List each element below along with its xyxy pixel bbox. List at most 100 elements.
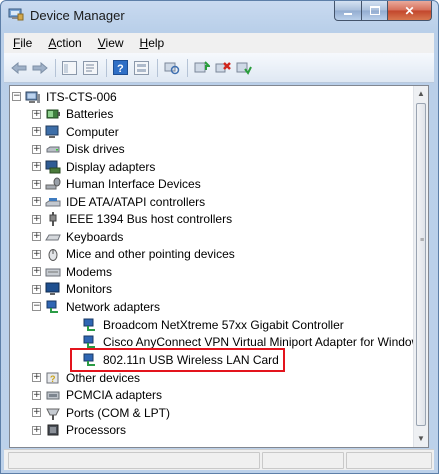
device-manager-app-icon (8, 7, 24, 21)
expand-icon[interactable]: + (32, 390, 41, 400)
device-label: Cisco AnyConnect VPN Virtual Miniport Ad… (103, 335, 427, 349)
view-icon[interactable] (133, 59, 150, 76)
monitor-icon (45, 281, 61, 297)
tree-item-label: Ports (COM & LPT) (66, 405, 171, 420)
tree-item-computer[interactable]: + Computer (32, 123, 119, 140)
scan-hardware-icon[interactable] (163, 59, 180, 76)
device-tree[interactable]: − ITS-CTS-006 + Batteries + Computer + Disk… (9, 85, 429, 448)
toolbar: ? (4, 53, 434, 83)
toolbar-separator (106, 58, 107, 77)
computer-icon (25, 89, 41, 105)
minimize-button[interactable] (334, 1, 362, 21)
expand-icon[interactable]: + (32, 284, 41, 294)
human-interface-device-icon (45, 176, 61, 192)
expand-icon[interactable]: + (32, 232, 41, 241)
scrollbar-thumb[interactable]: ≡ (416, 103, 426, 426)
properties-icon[interactable] (82, 59, 99, 76)
tree-item-mice[interactable]: + Mice and other pointing devices (32, 246, 235, 263)
expand-icon[interactable]: + (32, 214, 41, 224)
tree-item-hid[interactable]: + Human Interface Devices (32, 176, 201, 193)
menu-file[interactable]: File (4, 36, 39, 50)
expand-icon[interactable]: + (32, 179, 41, 189)
tree-item-label: Network adapters (66, 299, 161, 314)
tree-item-processors[interactable]: + Processors (32, 422, 126, 439)
collapse-icon[interactable]: − (32, 302, 41, 311)
device-label: Broadcom NetXtreme 57xx Gigabit Controll… (103, 317, 344, 332)
menu-help[interactable]: Help (131, 36, 172, 50)
expand-icon[interactable]: + (32, 197, 41, 206)
expand-icon[interactable]: + (32, 162, 41, 171)
status-pane (8, 452, 260, 469)
grip-icon: ≡ (420, 237, 425, 244)
title-bar[interactable]: Device Manager ✕ (1, 1, 438, 29)
network-adapter-icon (82, 317, 98, 333)
menu-action[interactable]: Action (39, 36, 88, 50)
tree-item-label: IDE ATA/ATAPI controllers (66, 194, 206, 209)
tree-item-display-adapters[interactable]: + Display adapters (32, 158, 155, 175)
close-button[interactable]: ✕ (388, 1, 432, 21)
battery-icon (45, 106, 61, 122)
tree-item-disk-drives[interactable]: + Disk drives (32, 141, 125, 158)
tree-item-label: Human Interface Devices (66, 177, 201, 191)
network-adapter-broadcom[interactable]: Broadcom NetXtreme 57xx Gigabit Controll… (82, 316, 344, 333)
maximize-button[interactable] (362, 1, 388, 21)
expand-icon[interactable]: + (32, 127, 41, 136)
collapse-icon[interactable]: − (12, 92, 21, 101)
port-icon (45, 405, 61, 421)
expand-icon[interactable]: + (32, 373, 41, 382)
expand-icon[interactable]: + (32, 267, 41, 276)
tree-item-modems[interactable]: + Modems (32, 263, 112, 280)
tree-item-ide[interactable]: + IDE ATA/ATAPI controllers (32, 193, 205, 210)
expand-icon[interactable]: + (32, 109, 41, 119)
tree-item-label: Processors (66, 423, 127, 437)
status-pane (346, 452, 432, 469)
menu-bar: File Action View Help (4, 33, 434, 53)
show-hide-console-tree-icon[interactable] (61, 59, 78, 76)
scroll-down-icon[interactable]: ▼ (415, 432, 427, 446)
vertical-scrollbar[interactable]: ▲ ≡ ▼ (413, 86, 428, 447)
tree-item-label: Other devices (66, 370, 141, 385)
scroll-up-icon[interactable]: ▲ (415, 87, 427, 101)
tree-item-pcmcia[interactable]: + PCMCIA adapters (32, 387, 162, 404)
tree-item-label: Batteries (66, 107, 114, 121)
expand-icon[interactable]: + (32, 249, 41, 259)
tree-item-batteries[interactable]: + Batteries (32, 106, 113, 123)
ieee1394-icon (45, 211, 61, 227)
highlight-box (70, 348, 285, 372)
help-icon[interactable]: ? (112, 59, 129, 76)
device-manager-window: Device Manager ✕ File Action View Help ?… (0, 0, 439, 474)
tree-item-label: Monitors (66, 282, 113, 296)
menu-view[interactable]: View (89, 36, 131, 50)
tree-root[interactable]: − ITS-CTS-006 (12, 88, 117, 105)
tree-item-monitors[interactable]: + Monitors (32, 281, 112, 298)
processor-icon (45, 422, 61, 438)
svg-text:?: ? (50, 374, 56, 384)
tree-item-label: Display adapters (66, 159, 156, 174)
uninstall-icon[interactable] (214, 59, 231, 76)
toolbar-separator (157, 58, 158, 77)
root-label: ITS-CTS-006 (46, 89, 117, 104)
forward-arrow-icon[interactable] (31, 59, 48, 76)
back-arrow-icon[interactable] (10, 59, 27, 76)
mouse-icon (45, 246, 61, 262)
update-driver-icon[interactable] (193, 59, 210, 76)
computer-icon (45, 124, 61, 140)
disk-drive-icon (45, 141, 61, 157)
expand-icon[interactable]: + (32, 425, 41, 435)
tree-item-label: Mice and other pointing devices (66, 247, 235, 261)
close-icon: ✕ (404, 3, 415, 18)
tree-item-label: PCMCIA adapters (66, 388, 163, 402)
expand-icon[interactable]: + (32, 408, 41, 417)
tree-item-ports[interactable]: + Ports (COM & LPT) (32, 404, 170, 421)
tree-item-ieee1394[interactable]: + IEEE 1394 Bus host controllers (32, 211, 232, 228)
tree-item-network-adapters[interactable]: − Network adapters (32, 298, 160, 315)
toolbar-separator (187, 58, 188, 77)
window-title: Device Manager (30, 8, 125, 23)
enable-device-icon[interactable] (235, 59, 252, 76)
tree-item-keyboards[interactable]: + Keyboards (32, 228, 123, 245)
network-adapter-icon (45, 299, 61, 315)
tree-item-label: Computer (66, 124, 119, 139)
expand-icon[interactable]: + (32, 144, 41, 154)
display-adapter-icon (45, 159, 61, 175)
maximize-icon (369, 6, 380, 15)
